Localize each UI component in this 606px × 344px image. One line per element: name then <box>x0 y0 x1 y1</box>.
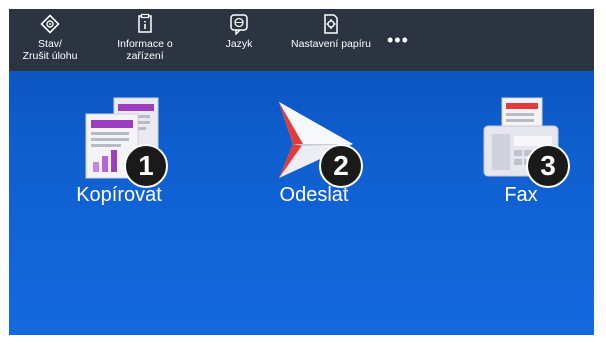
paper-settings-icon <box>324 14 338 34</box>
copy-tile[interactable]: 1 Kopírovat <box>44 92 194 207</box>
copy-label: Kopírovat <box>76 184 162 206</box>
fax-label: Fax <box>504 184 538 206</box>
home-screen: Stav/ Zrušit úlohu Informace o zařízení … <box>9 9 594 335</box>
copy-badge: 1 <box>124 144 168 188</box>
language-label: Jazyk <box>225 38 253 50</box>
send-tile[interactable]: 2 Odeslat <box>239 92 389 207</box>
paper-settings-label: Nastavení papíru <box>291 38 371 50</box>
device-info-label: Informace o zařízení <box>117 38 173 62</box>
device-info-button[interactable]: Informace o zařízení <box>105 13 185 62</box>
fax-badge: 3 <box>526 144 570 188</box>
status-cancel-button[interactable]: Stav/ Zrušit úlohu <box>15 13 85 62</box>
device-info-icon <box>138 13 152 33</box>
fax-tile[interactable]: 3 Fax <box>446 92 594 207</box>
top-toolbar: Stav/ Zrušit úlohu Informace o zařízení … <box>9 9 594 71</box>
language-icon <box>230 14 248 35</box>
paper-settings-button[interactable]: Nastavení papíru <box>281 13 381 50</box>
send-badge: 2 <box>319 144 363 188</box>
status-cancel-icon <box>40 14 60 34</box>
status-cancel-label: Stav/ Zrušit úlohu <box>22 38 78 62</box>
send-label: Odeslat <box>279 184 349 206</box>
language-button[interactable]: Jazyk <box>214 13 264 50</box>
more-options-button[interactable]: ••• <box>387 31 409 49</box>
